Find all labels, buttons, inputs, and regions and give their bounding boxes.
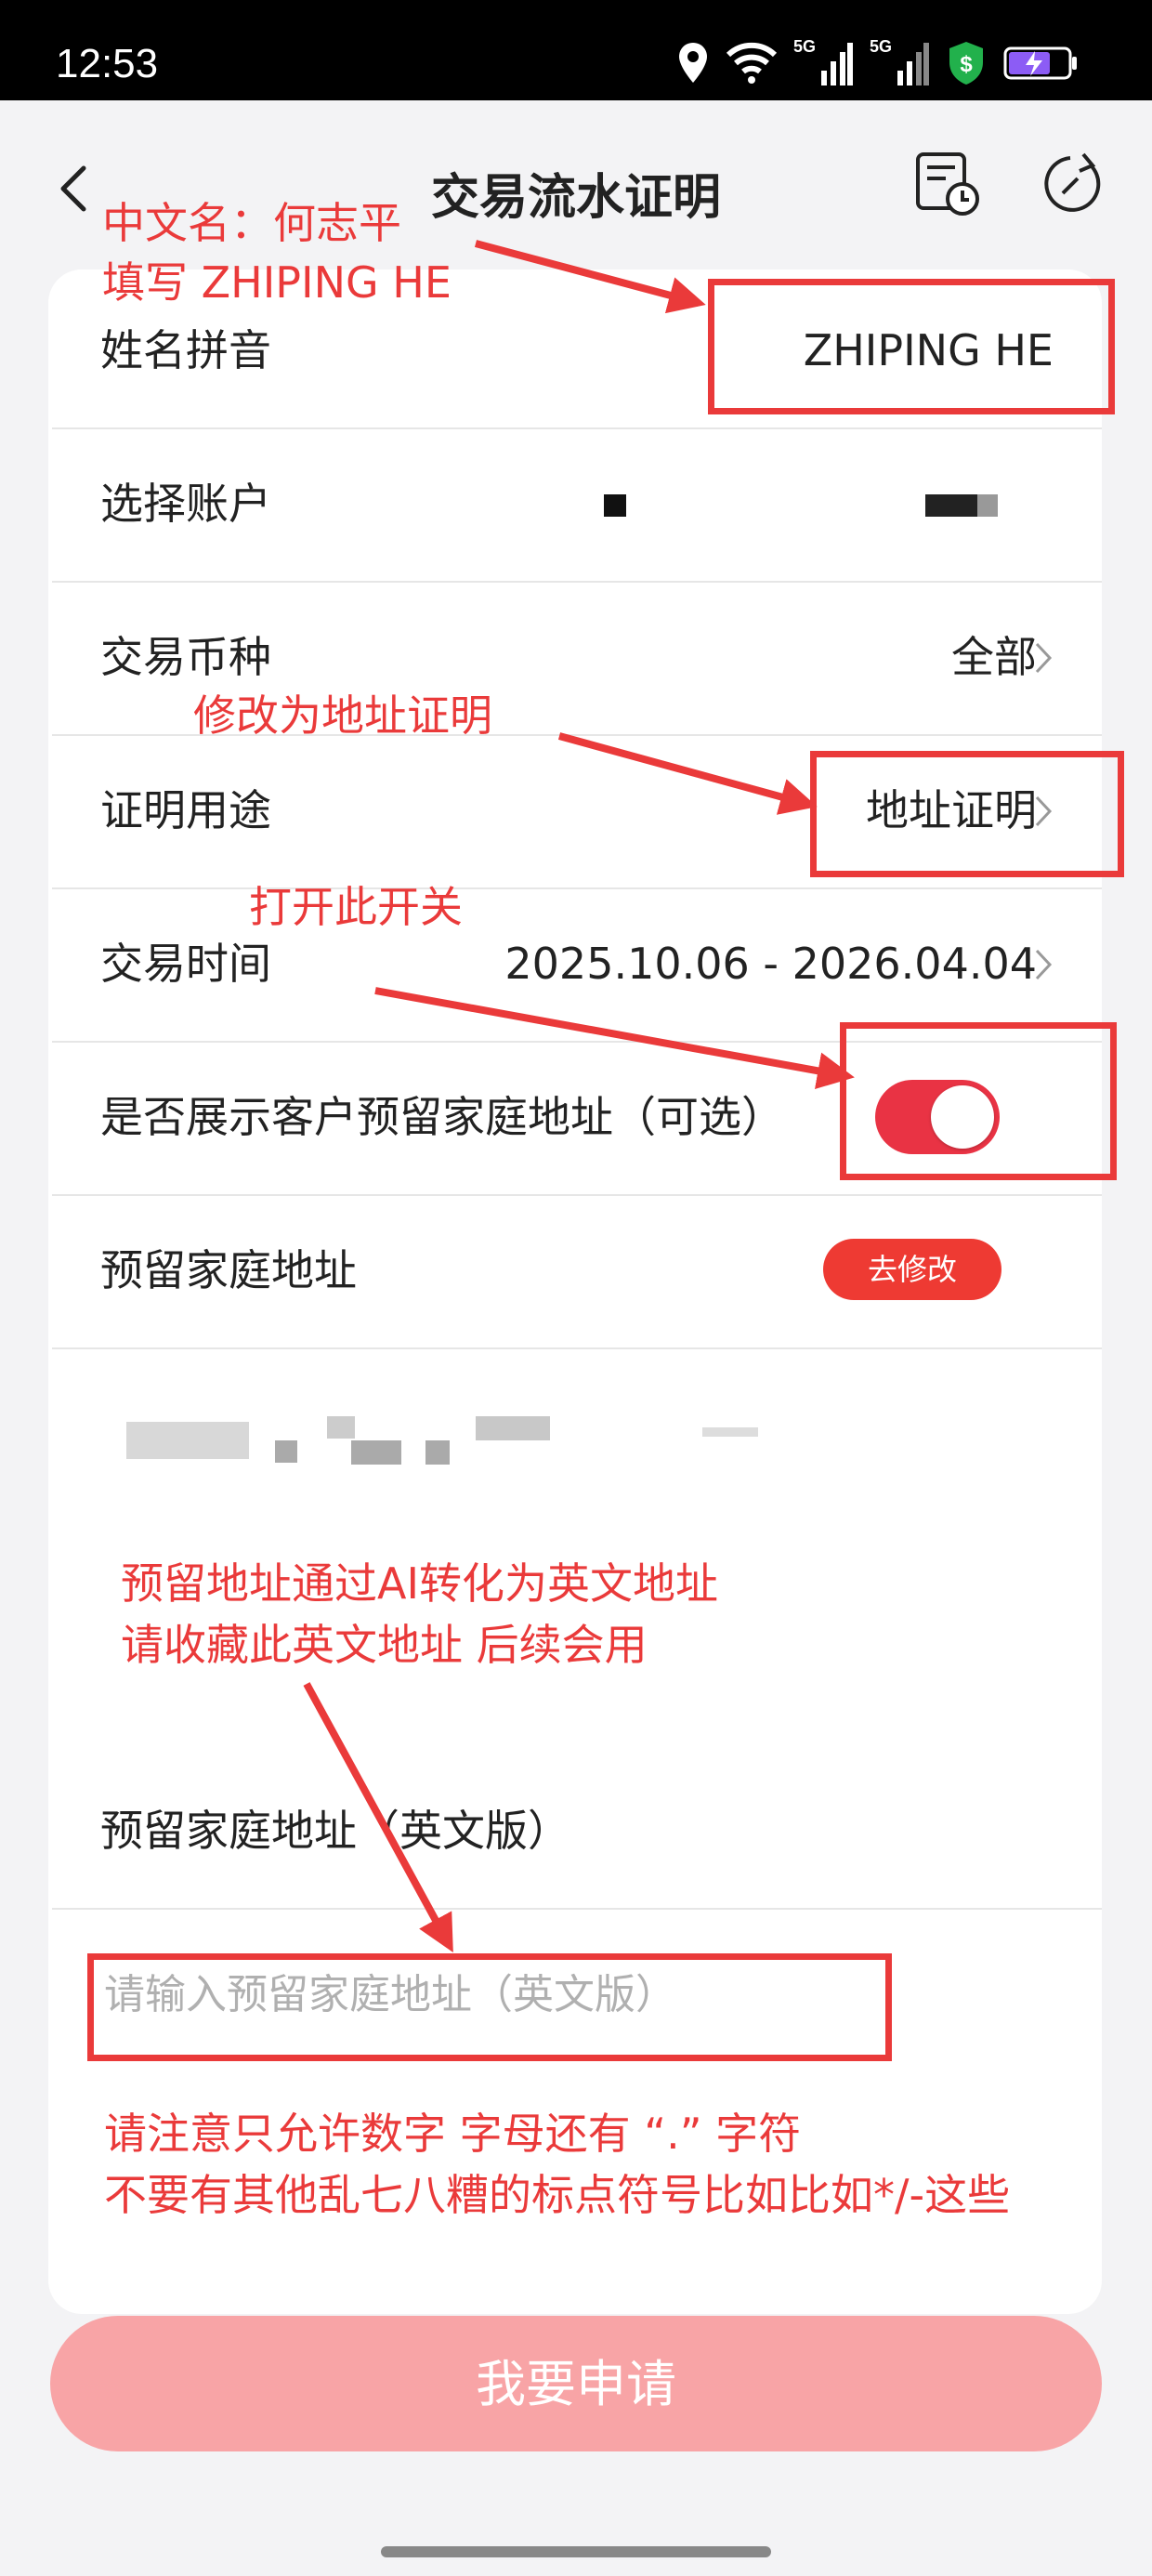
status-time: 12:53 — [56, 41, 159, 86]
chevron-right-icon — [1035, 642, 1053, 674]
svg-text:$: $ — [960, 52, 973, 77]
annotation-box-name — [708, 279, 1115, 414]
home-indicator — [381, 2546, 771, 2557]
signal-5g-icon: 5G — [870, 37, 929, 89]
status-bar: 12:53 5G 5G $ — [0, 0, 1152, 100]
security-shield-icon: $ — [946, 40, 987, 86]
period-label: 交易时间 — [100, 939, 271, 989]
annotation-purpose: 修改为地址证明 — [193, 690, 492, 741]
annotation-toggle: 打开此开关 — [249, 882, 463, 932]
edit-address-button[interactable]: 去修改 — [823, 1239, 1001, 1300]
annotation-ai-2: 请收藏此英文地址 后续会用 — [121, 1620, 648, 1670]
currency-value: 全部 — [951, 632, 1037, 682]
period-value: 2025.10.06 - 2026.04.04 — [504, 939, 1037, 989]
annotation-box-input — [87, 1953, 892, 2061]
account-redacted — [977, 494, 998, 517]
annotation-name-cn: 中文名：何志平 — [102, 198, 401, 248]
annotation-rule-2: 不要有其他乱七八糟的标点符号比如比如*/-这些 — [104, 2170, 1011, 2220]
annotation-ai-1: 预留地址通过AI转化为英文地址 — [121, 1558, 719, 1609]
battery-charging-icon — [1003, 45, 1078, 82]
account-label: 选择账户 — [100, 479, 271, 529]
wifi-icon — [727, 42, 777, 85]
home-address-label: 预留家庭地址 — [100, 1245, 357, 1295]
location-icon — [676, 41, 710, 85]
show-address-label: 是否展示客户预留家庭地址（可选） — [100, 1092, 784, 1142]
purpose-label: 证明用途 — [100, 785, 271, 835]
row-period[interactable]: 交易时间 2025.10.06 - 2026.04.04 — [52, 887, 1102, 1043]
refresh-button[interactable] — [1033, 147, 1107, 221]
account-redacted — [604, 494, 626, 517]
annotation-name-fill: 填写 ZHIPING HE — [102, 257, 452, 308]
account-redacted — [925, 494, 977, 517]
apply-button[interactable]: 我要申请 — [50, 2316, 1102, 2451]
home-address-en-label: 预留家庭地址（英文版） — [100, 1806, 570, 1856]
annotation-rule-1: 请注意只允许数字 字母还有 “.” 字符 — [104, 2109, 802, 2159]
record-button[interactable] — [910, 147, 985, 221]
annotation-box-toggle — [840, 1022, 1117, 1180]
document-clock-icon — [916, 152, 979, 216]
row-home-address: 预留家庭地址 去修改 — [52, 1194, 1102, 1349]
annotation-box-purpose — [810, 751, 1124, 877]
refresh-icon — [1044, 152, 1101, 212]
status-icons: 5G 5G $ — [676, 37, 1078, 89]
row-account[interactable]: 选择账户 — [52, 427, 1102, 583]
chevron-right-icon — [1035, 949, 1053, 980]
signal-5g-icon: 5G — [793, 37, 853, 89]
row-home-address-en: 预留家庭地址（英文版） — [52, 1755, 1102, 1910]
